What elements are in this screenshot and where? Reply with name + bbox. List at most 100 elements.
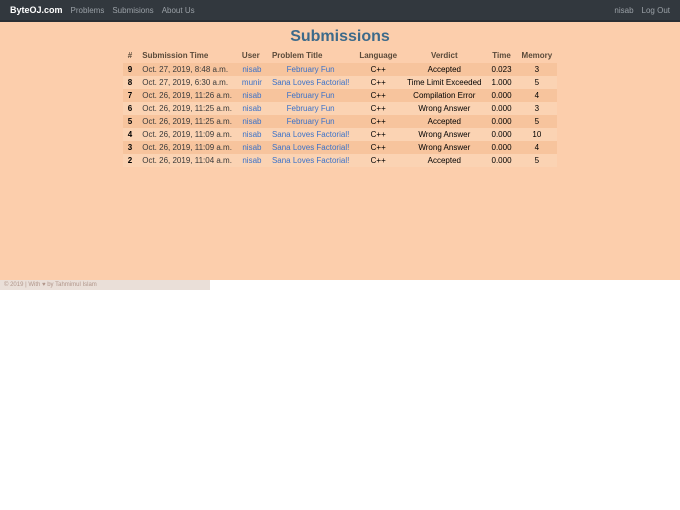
cell-problem: Sana Loves Factorial!	[267, 141, 354, 154]
cell-verdict: Wrong Answer	[402, 128, 486, 141]
cell-mem: 4	[517, 89, 558, 102]
page-body: Submissions # Submission Time User Probl…	[0, 22, 680, 280]
cell-verdict: Compilation Error	[402, 89, 486, 102]
cell-t: 0.000	[487, 154, 517, 167]
cell-mem: 3	[517, 102, 558, 115]
cell-lang: C++	[354, 63, 402, 76]
cell-verdict: Time Limit Exceeded	[402, 76, 486, 89]
cell-num: 7	[123, 89, 137, 102]
cell-problem: Sana Loves Factorial!	[267, 128, 354, 141]
user-link[interactable]: munir	[242, 78, 262, 87]
th-mem: Memory	[517, 49, 558, 63]
cell-mem: 5	[517, 154, 558, 167]
cell-mem: 3	[517, 63, 558, 76]
cell-time: Oct. 27, 2019, 8:48 a.m.	[137, 63, 237, 76]
cell-num: 8	[123, 76, 137, 89]
cell-verdict: Accepted	[402, 154, 486, 167]
brand-link[interactable]: ByteOJ.com	[10, 5, 63, 15]
nav-submissions[interactable]: Submisions	[112, 6, 153, 15]
cell-verdict: Accepted	[402, 115, 486, 128]
th-problem: Problem Title	[267, 49, 354, 63]
cell-user: munir	[237, 76, 267, 89]
cell-problem: Sana Loves Factorial!	[267, 154, 354, 167]
user-link[interactable]: nisab	[242, 156, 261, 165]
table-row: 2Oct. 26, 2019, 11:04 a.m.nisabSana Love…	[123, 154, 557, 167]
nav-user[interactable]: nisab	[614, 6, 633, 15]
cell-mem: 5	[517, 115, 558, 128]
table-row: 9Oct. 27, 2019, 8:48 a.m. nisab February F…	[123, 63, 557, 76]
cell-num: 3	[123, 141, 137, 154]
cell-t: 0.000	[487, 128, 517, 141]
cell-mem: 10	[517, 128, 558, 141]
cell-time: Oct. 27, 2019, 6:30 a.m.	[137, 76, 237, 89]
table-row: 8Oct. 27, 2019, 6:30 a.m. munir Sana Loves…	[123, 76, 557, 89]
cell-time: Oct. 26, 2019, 11:26 a.m.	[137, 89, 237, 102]
nav-problems[interactable]: Problems	[71, 6, 105, 15]
th-user: User	[237, 49, 267, 63]
problem-link[interactable]: February Fun	[287, 104, 335, 113]
nav-logout[interactable]: Log Out	[642, 6, 670, 15]
problem-link[interactable]: February Fun	[287, 117, 335, 126]
problem-link[interactable]: Sana Loves Factorial!	[272, 130, 349, 139]
cell-user: nisab	[237, 115, 267, 128]
cell-lang: C++	[354, 76, 402, 89]
problem-link[interactable]: February Fun	[287, 91, 335, 100]
page-title: Submissions	[10, 28, 670, 46]
cell-problem: February Fun	[267, 63, 354, 76]
cell-time: Oct. 26, 2019, 11:25 a.m.	[137, 115, 237, 128]
table-row: 6Oct. 26, 2019, 11:25 a.m. nisab February …	[123, 102, 557, 115]
cell-lang: C++	[354, 115, 402, 128]
cell-num: 5	[123, 115, 137, 128]
problem-link[interactable]: Sana Loves Factorial!	[272, 143, 349, 152]
cell-lang: C++	[354, 128, 402, 141]
cell-mem: 4	[517, 141, 558, 154]
table-row: 3Oct. 26, 2019, 11:09 a.m. nisab Sana Love…	[123, 141, 557, 154]
cell-lang: C++	[354, 154, 402, 167]
th-time: Submission Time	[137, 49, 237, 63]
th-num: #	[123, 49, 137, 63]
cell-user: nisab	[237, 63, 267, 76]
cell-user: nisab	[237, 128, 267, 141]
cell-num: 6	[123, 102, 137, 115]
cell-num: 2	[123, 154, 137, 167]
cell-t: 0.000	[487, 141, 517, 154]
cell-time: Oct. 26, 2019, 11:09 a.m.	[137, 141, 237, 154]
th-lang: Language	[354, 49, 402, 63]
cell-problem: February Fun	[267, 89, 354, 102]
cell-t: 0.000	[487, 89, 517, 102]
table-row: 7Oct. 26, 2019, 11:26 a.m. nisab February …	[123, 89, 557, 102]
cell-num: 4	[123, 128, 137, 141]
cell-t: 1.000	[487, 76, 517, 89]
cell-mem: 5	[517, 76, 558, 89]
cell-verdict: Accepted	[402, 63, 486, 76]
cell-lang: C++	[354, 141, 402, 154]
user-link[interactable]: nisab	[242, 65, 261, 74]
user-link[interactable]: nisab	[242, 143, 261, 152]
user-link[interactable]: nisab	[242, 104, 261, 113]
cell-problem: February Fun	[267, 115, 354, 128]
footer-text: © 2019 | With ♥ by Tahmimul Islam	[0, 280, 210, 290]
th-t: Time	[487, 49, 517, 63]
problem-link[interactable]: February Fun	[287, 65, 335, 74]
cell-user: nisab	[237, 102, 267, 115]
navbar: ByteOJ.com Problems Submisions About Us …	[0, 0, 680, 22]
cell-user: nisab	[237, 89, 267, 102]
cell-verdict: Wrong Answer	[402, 141, 486, 154]
cell-lang: C++	[354, 89, 402, 102]
problem-link[interactable]: Sana Loves Factorial!	[272, 156, 349, 165]
user-link[interactable]: nisab	[242, 91, 261, 100]
cell-time: Oct. 26, 2019, 11:25 a.m.	[137, 102, 237, 115]
problem-link[interactable]: Sana Loves Factorial!	[272, 78, 349, 87]
user-link[interactable]: nisab	[242, 130, 261, 139]
cell-t: 0.000	[487, 102, 517, 115]
table-row: 4Oct. 26, 2019, 11:09 a.m.nisabSana Love…	[123, 128, 557, 141]
cell-user: nisab	[237, 141, 267, 154]
user-link[interactable]: nisab	[242, 117, 261, 126]
submissions-table: # Submission Time User Problem Title Lan…	[123, 49, 557, 167]
cell-t: 0.023	[487, 63, 517, 76]
nav-about[interactable]: About Us	[162, 6, 195, 15]
cell-problem: February Fun	[267, 102, 354, 115]
cell-lang: C++	[354, 102, 402, 115]
table-row: 5Oct. 26, 2019, 11:25 a.m.nisabFebruary …	[123, 115, 557, 128]
cell-num: 9	[123, 63, 137, 76]
